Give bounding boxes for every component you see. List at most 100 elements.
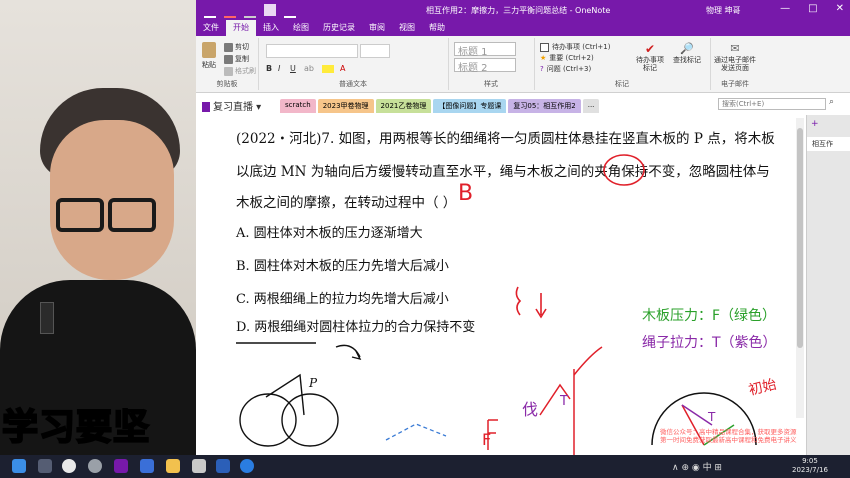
page-list-item[interactable]: 相互作 xyxy=(807,137,850,151)
tag-todo[interactable]: 待办事项 (Ctrl+1) xyxy=(540,42,610,52)
task-view-icon[interactable] xyxy=(38,459,52,473)
tab-review[interactable]: 审阅 xyxy=(362,20,392,36)
style-heading2[interactable]: 标题 2 xyxy=(454,58,516,74)
search-icon[interactable]: ⌕ xyxy=(829,97,834,107)
page-canvas[interactable]: (2022・河北)7. 如图，用两根等长的细绳将一匀质圆柱体悬挂在竖直木板的 P… xyxy=(196,115,806,455)
section-tab[interactable]: 复习05：相互作用2 xyxy=(508,99,581,113)
clock-time: 9:05 xyxy=(802,457,818,465)
label-f: F xyxy=(482,430,491,449)
minimize-button[interactable]: — xyxy=(780,3,790,14)
notice-line-2: 第一时间免费获取最新高中课程和免费电子讲义 xyxy=(660,436,797,444)
paste-button[interactable]: 粘贴 xyxy=(202,42,216,70)
find-tags-icon: 🔎 xyxy=(680,42,694,55)
file-explorer-icon[interactable] xyxy=(166,459,180,473)
highlight-color-icon[interactable] xyxy=(322,65,334,73)
copy-button[interactable]: 复制 xyxy=(224,54,249,64)
option-b: B. 圆柱体对木板的压力先增大后减小 xyxy=(236,259,449,274)
maximize-button[interactable]: □ xyxy=(808,3,817,14)
font-size-box[interactable] xyxy=(360,44,390,58)
glasses-left xyxy=(56,198,104,232)
highlighter-icon[interactable] xyxy=(264,4,276,16)
section-tab[interactable]: 【图像问题】专题课 xyxy=(433,99,507,113)
lapel-mic xyxy=(40,302,54,334)
find-tags-button[interactable]: 🔎 查找标记 xyxy=(670,42,704,64)
quick-access-toolbar xyxy=(204,4,296,18)
strikethrough-button[interactable]: ab xyxy=(304,64,314,73)
tab-insert[interactable]: 插入 xyxy=(256,20,286,36)
option-c: C. 两根细绳上的拉力均先增大后减小 xyxy=(236,292,449,307)
scissors-icon xyxy=(224,42,233,52)
slogan-caption: 学习要坚 xyxy=(1,406,151,449)
handwritten-answer: B xyxy=(458,181,474,206)
notebook-icon xyxy=(202,102,210,112)
tab-file[interactable]: 文件 xyxy=(196,20,226,36)
bold-button[interactable]: B xyxy=(266,64,272,73)
email-group: ✉ 通过电子邮件发送页面 电子邮件 xyxy=(710,38,760,90)
copy-icon xyxy=(224,54,233,64)
brush-icon xyxy=(224,66,233,76)
webcam-feed: 学习要坚 xyxy=(0,0,196,455)
clock[interactable]: 9:05 2023/7/16 xyxy=(792,457,828,475)
section-tab[interactable]: ... xyxy=(582,99,600,113)
watermark-notice: 微信公众号：高中精品课程合集，获取更多资源 第一时间免费获取最新高中课程和免费电… xyxy=(660,428,840,444)
meeting-app-icon[interactable] xyxy=(140,459,154,473)
option-a: A. 圆柱体对木板的压力逐渐增大 xyxy=(236,226,423,241)
star-icon: ★ xyxy=(540,54,547,62)
section-tab[interactable]: scratch xyxy=(280,99,316,113)
notebook-selector[interactable]: 复习直播 ▾ xyxy=(202,98,261,113)
search-taskbar-icon[interactable] xyxy=(62,459,76,473)
undo-icon[interactable] xyxy=(284,4,296,18)
tab-history[interactable]: 历史记录 xyxy=(316,20,362,36)
handwritten-char: 伐 xyxy=(522,400,538,419)
title-bar: 相互作用2：摩擦力，三力平衡问题总结 - OneNote 物理 坤哥 — □ ✕ xyxy=(196,0,850,20)
window-controls: — □ ✕ xyxy=(780,3,844,14)
ribbon: 粘贴 剪切 复制 格式刷 剪贴板 B I U ab A 普通文本 标题 1 标题… xyxy=(196,36,850,93)
format-painter-button[interactable]: 格式刷 xyxy=(224,66,256,76)
vertical-scrollbar[interactable] xyxy=(796,118,804,418)
styles-group: 标题 1 标题 2 样式 xyxy=(448,38,535,90)
font-name-box[interactable] xyxy=(266,44,358,58)
email-page-button[interactable]: ✉ 通过电子邮件发送页面 xyxy=(714,42,756,72)
word-icon[interactable] xyxy=(216,459,230,473)
close-button[interactable]: ✕ xyxy=(836,3,844,14)
label-initial: 初始 xyxy=(747,376,778,399)
underline-button[interactable]: U xyxy=(290,64,296,73)
pencil-tool-icon[interactable] xyxy=(224,4,236,18)
tab-help[interactable]: 帮助 xyxy=(422,20,452,36)
cut-button[interactable]: 剪切 xyxy=(224,42,249,52)
force-sketch xyxy=(487,346,603,455)
tag-question[interactable]: ? 问题 (Ctrl+3) xyxy=(540,64,591,74)
scroll-thumb[interactable] xyxy=(797,128,803,348)
page-list-pane: + 相互作 xyxy=(806,115,850,455)
basic-text-label: 普通文本 xyxy=(339,80,367,88)
eraser-icon[interactable] xyxy=(244,4,256,18)
section-tab[interactable]: 2021乙卷物理 xyxy=(375,99,432,113)
cylinder-diagram xyxy=(236,342,362,447)
user-name[interactable]: 物理 坤哥 xyxy=(706,5,741,16)
italic-button[interactable]: I xyxy=(278,64,280,73)
question-line-2: 以底边 MN 为轴向后方缓慢转动直至水平，绳与木板之间的夹角保持不变，忽略圆柱体… xyxy=(236,164,770,180)
add-page-button[interactable]: + xyxy=(811,119,819,129)
style-heading1[interactable]: 标题 1 xyxy=(454,42,516,58)
pdf-viewer-icon[interactable] xyxy=(192,459,206,473)
email-icon: ✉ xyxy=(730,42,740,55)
section-tab[interactable]: 2023甲卷物理 xyxy=(317,99,374,113)
tab-view[interactable]: 视图 xyxy=(392,20,422,36)
tab-home[interactable]: 开始 xyxy=(226,20,256,36)
system-tray[interactable]: ∧ ⊕ ◉ 中 ⊞ xyxy=(672,460,722,473)
clipboard-group: 粘贴 剪切 复制 格式刷 剪贴板 xyxy=(196,38,259,90)
onenote-taskbar-icon[interactable] xyxy=(114,459,128,473)
todo-tag-button[interactable]: ✔ 待办事项标记 xyxy=(634,42,666,72)
tag-important[interactable]: ★ 重要 (Ctrl+2) xyxy=(540,53,594,63)
settings-icon[interactable] xyxy=(88,459,102,473)
browser-icon[interactable] xyxy=(240,459,254,473)
legend-rope-tension: 绳子拉力：T（紫色） xyxy=(642,335,777,351)
notice-line-1: 微信公众号：高中精品课程合集，获取更多资源 xyxy=(660,428,797,436)
clipboard-label: 剪贴板 xyxy=(216,80,238,88)
tab-draw[interactable]: 绘图 xyxy=(286,20,316,36)
font-color-icon[interactable]: A xyxy=(340,64,345,73)
pen-tool-icon[interactable] xyxy=(204,4,216,18)
tags-label: 标记 xyxy=(615,80,629,88)
search-input[interactable]: 搜索(Ctrl+E) xyxy=(718,98,826,110)
start-icon[interactable] xyxy=(12,459,26,473)
